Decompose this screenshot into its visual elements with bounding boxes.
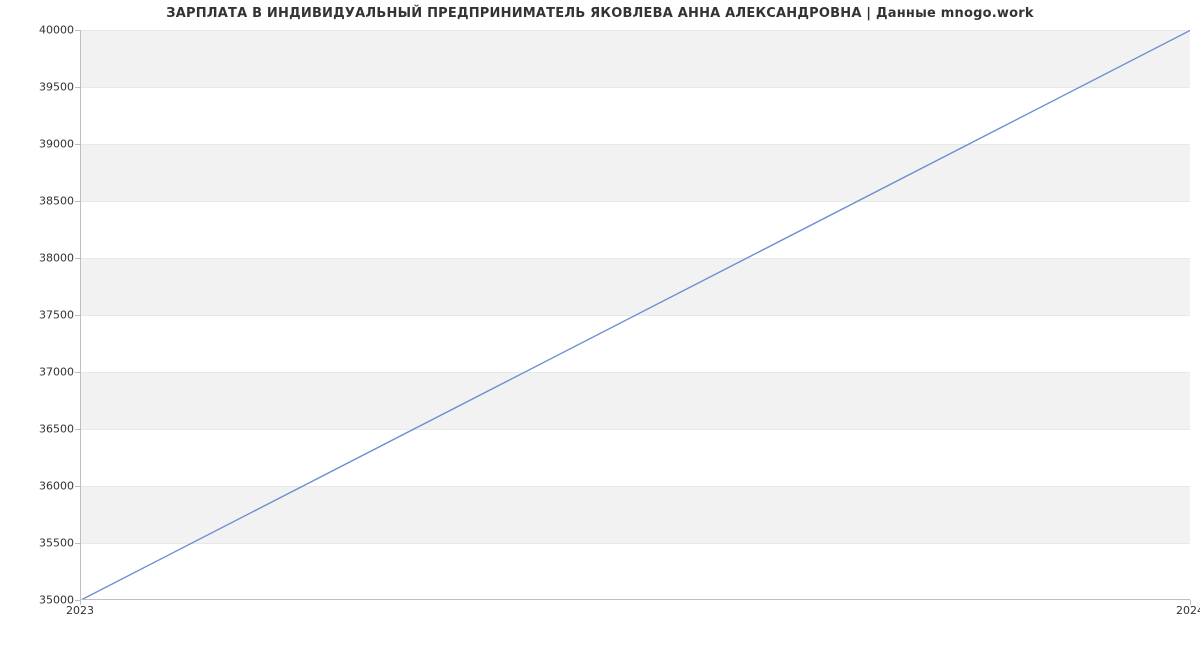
y-tick-label: 37500 [24, 309, 74, 322]
plot-area [80, 30, 1190, 600]
x-tick-mark [1190, 600, 1191, 605]
chart-container: ЗАРПЛАТА В ИНДИВИДУАЛЬНЫЙ ПРЕДПРИНИМАТЕЛ… [0, 0, 1200, 650]
y-tick-label: 36500 [24, 423, 74, 436]
y-tick-label: 40000 [24, 24, 74, 37]
y-tick-label: 37000 [24, 366, 74, 379]
y-tick-label: 35500 [24, 537, 74, 550]
y-tick-label: 36000 [24, 480, 74, 493]
x-tick-label: 2023 [66, 604, 94, 617]
salary-line [81, 30, 1190, 600]
y-tick-label: 38000 [24, 252, 74, 265]
line-series [81, 30, 1190, 600]
x-tick-label: 2024 [1176, 604, 1200, 617]
y-tick-label: 39000 [24, 138, 74, 151]
x-tick-mark [80, 600, 81, 605]
chart-title: ЗАРПЛАТА В ИНДИВИДУАЛЬНЫЙ ПРЕДПРИНИМАТЕЛ… [0, 6, 1200, 21]
y-tick-label: 39500 [24, 81, 74, 94]
y-tick-label: 38500 [24, 195, 74, 208]
